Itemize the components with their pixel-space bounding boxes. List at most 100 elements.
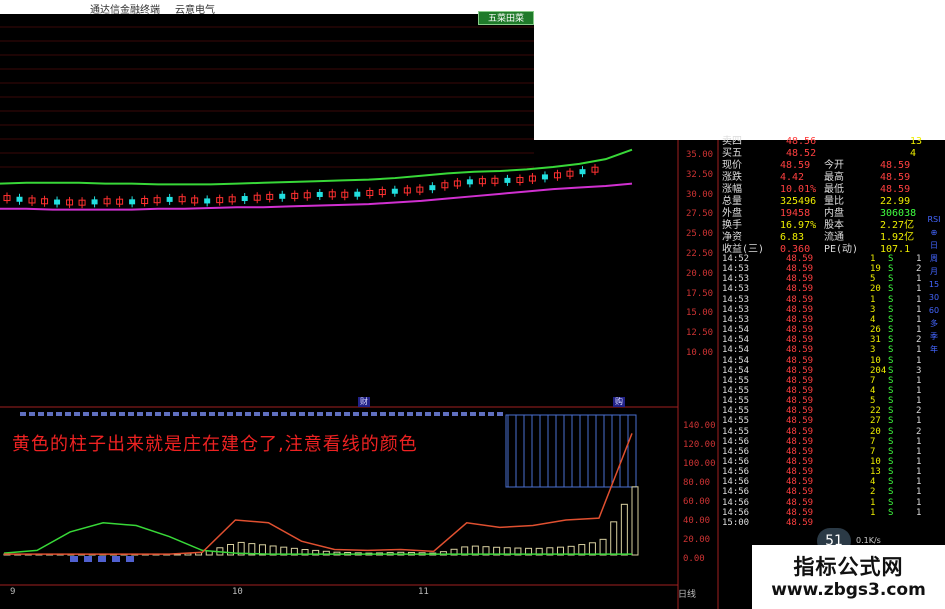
- layout-tab-button[interactable]: 五菜田菜: [478, 11, 534, 25]
- header-bar: [425, 412, 431, 416]
- price-tick: 30.00: [686, 189, 714, 200]
- left-marker: 财: [358, 397, 370, 407]
- tick-price: 48.59: [786, 416, 814, 427]
- side-toolbar-button[interactable]: 年: [926, 344, 942, 356]
- tick-price: 48.59: [786, 335, 814, 346]
- side-toolbar-button[interactable]: 日: [926, 240, 942, 252]
- tick-volume: 1: [870, 294, 876, 305]
- tick-price: 48.59: [786, 284, 814, 295]
- tick-time: 14:53: [722, 284, 750, 295]
- tick-time: 14:53: [722, 274, 750, 285]
- indicator-tick: 120.00: [683, 440, 716, 450]
- stat-value: 2.27亿: [880, 220, 915, 231]
- header-bar: [290, 412, 296, 416]
- volume-bar: [588, 542, 596, 556]
- price-tick: 17.50: [686, 288, 714, 299]
- side-toolbar-button[interactable]: 60: [926, 305, 942, 317]
- tick-count: 2: [916, 426, 922, 437]
- tick-volume: 10: [870, 457, 881, 467]
- candle: [354, 191, 361, 197]
- side-toolbar-button[interactable]: 多: [926, 318, 942, 330]
- tick-time: 14:54: [722, 325, 750, 336]
- stat-row: 换手 16.97% 股本 2.27亿: [720, 220, 922, 232]
- header-bar: [326, 412, 332, 416]
- candle: [16, 196, 23, 202]
- tick-price: 48.59: [786, 304, 814, 315]
- indicator-tick: 80.00: [683, 478, 711, 488]
- side-toolbar-button[interactable]: ⊕: [926, 227, 942, 239]
- tick-count: 2: [916, 406, 922, 417]
- ob-label: 买五: [722, 148, 742, 159]
- stat-row: 涨跌 4.42 最高 48.59: [720, 172, 922, 184]
- tick-direction: S: [888, 314, 894, 325]
- tick-volume: 2: [870, 487, 876, 498]
- stat-label: 最低: [824, 184, 844, 195]
- tick-row: 14:53 48.59 20 S 1: [720, 284, 922, 294]
- stat-value: 48.59: [880, 172, 911, 183]
- header-bar: [299, 412, 305, 416]
- tick-direction: S: [888, 416, 894, 427]
- header-bar: [182, 412, 188, 416]
- tick-time: 14:55: [722, 406, 750, 417]
- order-book-row: 卖四 48.56 13: [720, 136, 922, 148]
- tick-direction: S: [888, 446, 894, 457]
- side-toolbar-button[interactable]: RSI: [926, 214, 942, 226]
- ob-price: 48.56: [786, 136, 817, 147]
- stat-value: 4.42: [780, 172, 805, 183]
- stat-label: 换手: [722, 220, 742, 231]
- watermark: 指标公式网 www.zbgs3.com: [752, 545, 945, 609]
- tick-price: 48.59: [786, 274, 814, 285]
- side-toolbar-button[interactable]: 15: [926, 279, 942, 291]
- daily-tab[interactable]: 日线: [678, 587, 718, 600]
- indicator-tick: 0.00: [683, 554, 705, 564]
- tick-count: 1: [916, 385, 922, 396]
- tick-price: 48.59: [786, 375, 814, 386]
- tick-time: 14:53: [722, 264, 750, 275]
- side-toolbar-button[interactable]: 季: [926, 331, 942, 343]
- tick-volume: 27: [870, 416, 881, 427]
- tick-volume: 3: [870, 304, 876, 315]
- tick-row: 14:54 48.59 31 S 2: [720, 335, 922, 345]
- tick-row: 14:53 48.59 1 S 1: [720, 295, 922, 305]
- tick-time: 14:54: [722, 335, 750, 346]
- stat-row: 涨幅 10.01% 最低 48.59: [720, 184, 922, 196]
- tick-count: 1: [916, 497, 922, 508]
- candle: [204, 198, 211, 204]
- tick-time: 14:53: [722, 304, 750, 315]
- ob-price: 48.52: [786, 148, 817, 159]
- tick-volume: 1: [870, 254, 876, 264]
- watermark-url: www.zbgs3.com: [771, 580, 926, 600]
- tick-row: 14:55 48.59 22 S 2: [720, 406, 922, 416]
- indicator-tick: 140.00: [683, 421, 716, 431]
- tick-count: 1: [916, 457, 922, 467]
- stat-label: 涨跌: [722, 172, 742, 183]
- volume-bar: [631, 486, 639, 556]
- side-toolbar-button[interactable]: 周: [926, 253, 942, 265]
- indicator-tick: 40.00: [683, 516, 711, 526]
- tick-count: 1: [916, 314, 922, 325]
- signal-zone: [505, 414, 637, 488]
- header-bar: [164, 412, 170, 416]
- stat-label: 总量: [722, 196, 742, 207]
- negative-bar: [126, 556, 134, 562]
- tick-direction: S: [888, 507, 894, 518]
- header-bar: [137, 412, 143, 416]
- tick-count: 1: [916, 477, 922, 488]
- price-tick: 27.50: [686, 209, 714, 220]
- side-toolbar-button[interactable]: 月: [926, 266, 942, 278]
- watermark-title: 指标公式网: [793, 555, 904, 579]
- stat-value: 306038: [880, 208, 917, 219]
- side-toolbar-button[interactable]: 30: [926, 292, 942, 304]
- header-bar: [110, 412, 116, 416]
- tick-time: 14:55: [722, 416, 750, 427]
- volume-bar: [610, 521, 618, 556]
- tick-price: 48.59: [786, 406, 814, 417]
- tick-time: 15:00: [722, 517, 750, 528]
- tick-row: 14:54 48.59 10 S 1: [720, 356, 922, 366]
- tick-direction: S: [888, 284, 894, 295]
- candle: [466, 179, 473, 185]
- stat-row: 外盘 19458 内盘 306038: [720, 208, 922, 220]
- header-bar: [488, 412, 494, 416]
- tick-volume: 13: [870, 467, 881, 478]
- tick-direction: S: [888, 467, 894, 478]
